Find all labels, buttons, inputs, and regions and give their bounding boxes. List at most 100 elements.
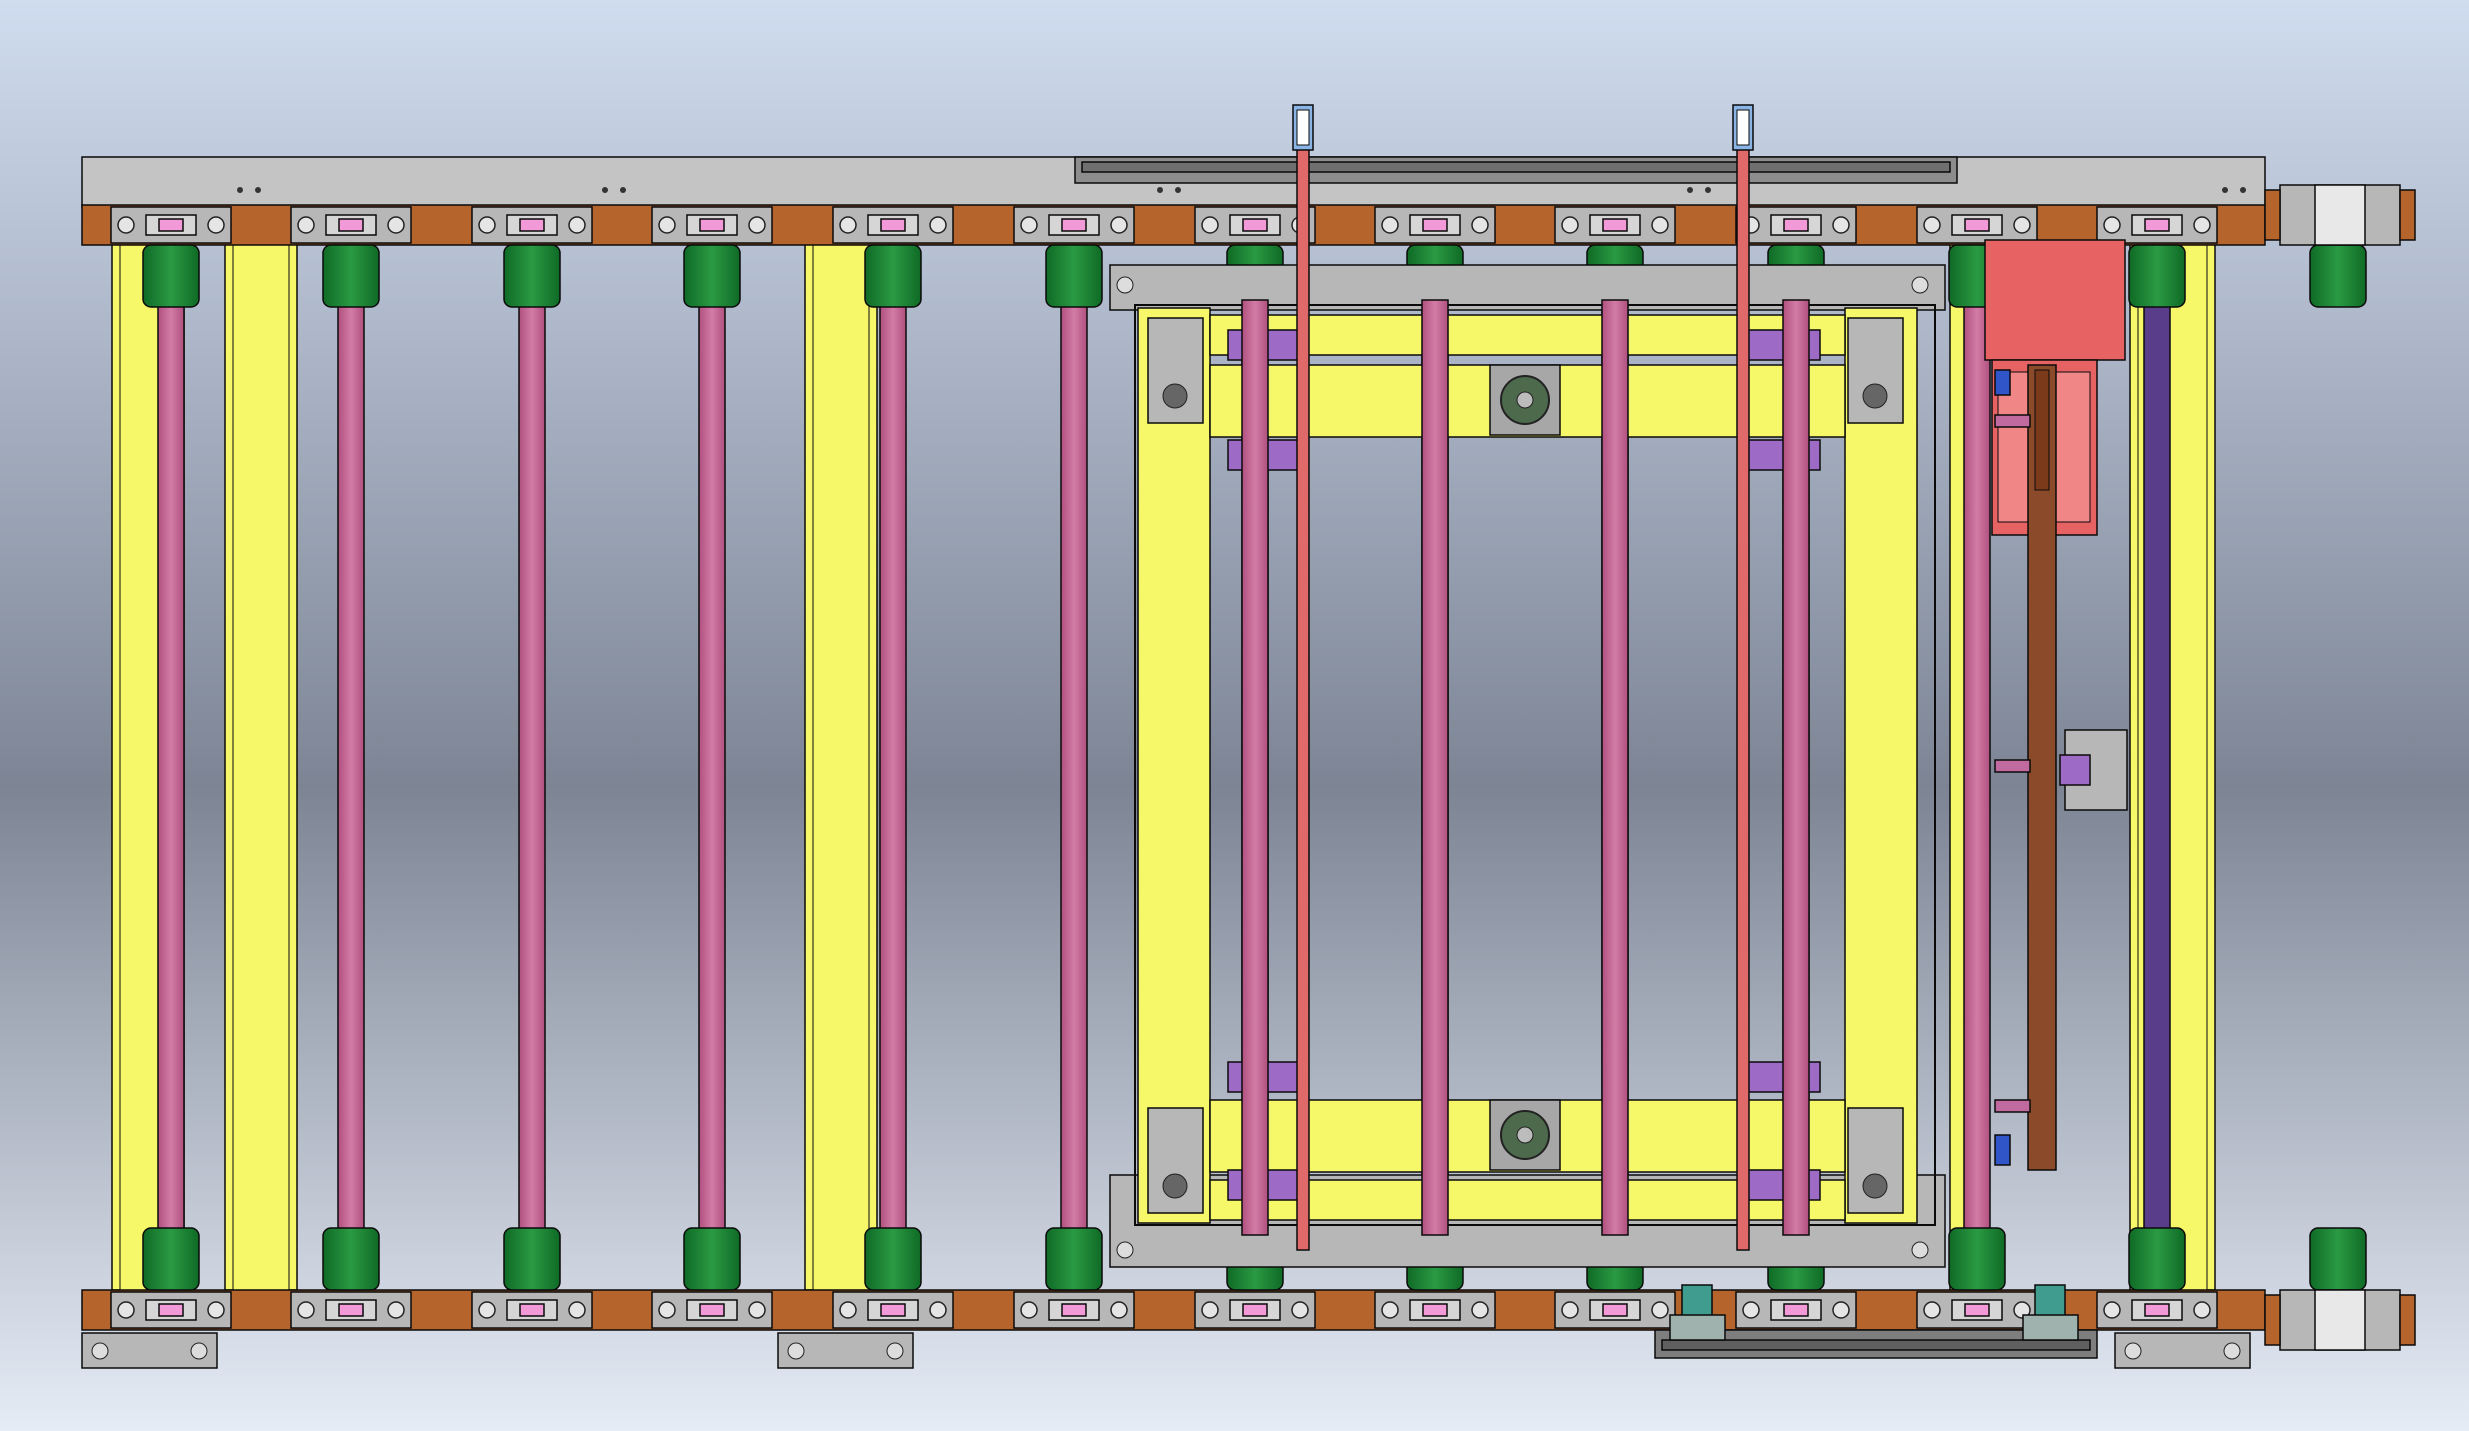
lift-upright — [1137, 307, 1211, 1224]
bolt-icon — [1116, 1241, 1134, 1259]
top-rail — [81, 156, 2266, 208]
bolt-icon — [1742, 1301, 1760, 1319]
bolt-icon — [1020, 1301, 1038, 1319]
bolt-icon — [1862, 1173, 1888, 1199]
bolt-icon — [207, 1301, 225, 1319]
lift-base-plate — [1109, 264, 1946, 311]
screw-icon — [237, 187, 243, 193]
sprocket-bottom — [1045, 1227, 1103, 1291]
idler-sprocket — [2309, 1227, 2367, 1291]
bolt-icon — [1110, 216, 1128, 234]
bolt-icon — [1162, 383, 1188, 409]
bolt-icon — [117, 216, 135, 234]
bolt-icon — [1381, 216, 1399, 234]
bolt-icon — [2193, 1301, 2211, 1319]
bolt-icon — [297, 1301, 315, 1319]
screw-icon — [2240, 187, 2246, 193]
sprocket-top — [322, 244, 380, 308]
sprocket-top — [864, 244, 922, 308]
bolt-icon — [886, 1342, 904, 1360]
bolt-icon — [478, 216, 496, 234]
screw-icon — [1705, 187, 1711, 193]
conveyor-roller — [157, 299, 185, 1236]
roller-conveyor-top-view — [0, 0, 2469, 1431]
cad-model-view — [0, 0, 2469, 1431]
bolt-icon — [658, 216, 676, 234]
sensor-icon — [1994, 1134, 2011, 1166]
bolt-icon — [1291, 1301, 1309, 1319]
gearbox — [1984, 239, 2126, 361]
bolt-icon — [1923, 216, 1941, 234]
screw-icon — [1175, 187, 1181, 193]
sprocket-bottom — [2128, 1227, 2186, 1291]
stopper-pin — [1296, 144, 1310, 1251]
sprocket-top — [142, 244, 200, 308]
screw-icon — [2222, 187, 2228, 193]
conveyor-roller — [337, 299, 365, 1236]
conveyor-roller — [1963, 299, 1991, 1236]
screw-icon — [1157, 187, 1163, 193]
bolt-icon — [297, 216, 315, 234]
bolt-icon — [839, 1301, 857, 1319]
bolt-icon — [1381, 1301, 1399, 1319]
bolt-icon — [478, 1301, 496, 1319]
bolt-icon — [929, 216, 947, 234]
bolt-icon — [2103, 216, 2121, 234]
bolt-icon — [207, 216, 225, 234]
conveyor-roller — [879, 299, 907, 1236]
sprocket-bottom — [322, 1227, 380, 1291]
conveyor-roller — [1241, 299, 1269, 1236]
sprocket-top — [2128, 244, 2186, 308]
sprocket-bottom — [683, 1227, 741, 1291]
bolt-icon — [568, 216, 586, 234]
bolt-icon — [1561, 1301, 1579, 1319]
bolt-icon — [568, 1301, 586, 1319]
conveyor-roller — [518, 299, 546, 1236]
bolt-icon — [1832, 1301, 1850, 1319]
bolt-icon — [929, 1301, 947, 1319]
bolt-icon — [658, 1301, 676, 1319]
bolt-icon — [387, 1301, 405, 1319]
stopper-pin — [1736, 144, 1750, 1251]
motor-terminal — [1994, 369, 2011, 396]
screw-icon — [620, 187, 626, 193]
bolt-icon — [1862, 383, 1888, 409]
bolt-icon — [1020, 216, 1038, 234]
bolt-icon — [748, 1301, 766, 1319]
conveyor-roller — [1421, 299, 1449, 1236]
bolt-icon — [2124, 1342, 2142, 1360]
sprocket-top — [503, 244, 561, 308]
bolt-icon — [787, 1342, 805, 1360]
bolt-icon — [748, 216, 766, 234]
screw-icon — [255, 187, 261, 193]
bolt-icon — [1471, 216, 1489, 234]
conveyor-roller — [1782, 299, 1810, 1236]
sprocket-top — [683, 244, 741, 308]
bolt-icon — [1110, 1301, 1128, 1319]
bolt-icon — [190, 1342, 208, 1360]
bolt-icon — [1651, 216, 1669, 234]
sprocket-bottom — [503, 1227, 561, 1291]
screw-icon — [602, 187, 608, 193]
sprocket-bottom — [864, 1227, 922, 1291]
bolt-icon — [1561, 216, 1579, 234]
bolt-icon — [91, 1342, 109, 1360]
bolt-icon — [1116, 276, 1134, 294]
bolt-icon — [1201, 216, 1219, 234]
bolt-icon — [1911, 1241, 1929, 1259]
lift-upright — [1844, 307, 1918, 1224]
bolt-icon — [1162, 1173, 1188, 1199]
conveyor-roller — [1601, 299, 1629, 1236]
sprocket-bottom — [1948, 1227, 2006, 1291]
conveyor-roller — [698, 299, 726, 1236]
bolt-icon — [839, 216, 857, 234]
bolt-icon — [387, 216, 405, 234]
bolt-icon — [2193, 216, 2211, 234]
screw-icon — [1687, 187, 1693, 193]
sprocket-top — [1045, 244, 1103, 308]
bolt-icon — [2223, 1342, 2241, 1360]
bolt-icon — [1911, 276, 1929, 294]
idler-sprocket — [2309, 244, 2367, 308]
bolt-icon — [1201, 1301, 1219, 1319]
sprocket-bottom — [142, 1227, 200, 1291]
